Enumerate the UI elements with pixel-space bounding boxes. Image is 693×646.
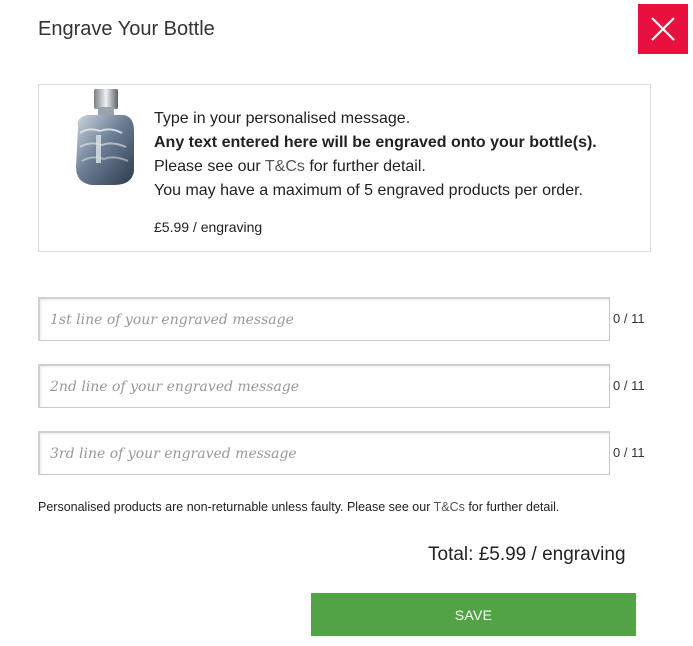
info-line-1: Type in your personalised message. <box>154 110 411 127</box>
total-price: Total: £5.99 / engraving <box>428 544 626 565</box>
engraving-line-3-row: 0 / 11 <box>38 431 658 475</box>
info-text: Type in your personalised message. Any t… <box>154 107 597 203</box>
close-icon <box>651 17 675 41</box>
disclaimer-tcs-link[interactable]: T&Cs <box>434 500 465 514</box>
engraving-line-3-counter: 0 / 11 <box>613 445 645 460</box>
tcs-link[interactable]: T&Cs <box>265 158 305 175</box>
perfume-bottle-image <box>76 89 134 185</box>
returns-disclaimer: Personalised products are non-returnable… <box>38 500 559 514</box>
price-per-engraving: £5.99 / engraving <box>154 219 263 235</box>
info-line-3-suffix: for further detail. <box>304 158 426 175</box>
modal-title: Engrave Your Bottle <box>38 18 215 40</box>
engraving-line-2-counter: 0 / 11 <box>613 378 645 393</box>
engrave-modal: Engrave Your Bottle Type in your persona… <box>0 0 693 646</box>
engraving-line-1-counter: 0 / 11 <box>613 311 645 326</box>
engraving-line-2-input[interactable] <box>38 364 610 408</box>
info-line-3-text: Please see our <box>154 158 265 175</box>
disclaimer-suffix: for further detail. <box>464 500 560 514</box>
engraving-line-1-row: 0 / 11 <box>38 297 658 341</box>
info-line-3: Please see our T&Cs for further detail. <box>154 155 597 179</box>
engraving-line-2-row: 0 / 11 <box>38 364 658 408</box>
engraving-line-3-input[interactable] <box>38 431 610 475</box>
info-panel: Type in your personalised message. Any t… <box>38 84 651 252</box>
disclaimer-text: Personalised products are non-returnable… <box>38 500 434 514</box>
info-line-4: You may have a maximum of 5 engraved pro… <box>154 182 583 199</box>
close-button[interactable] <box>638 4 688 54</box>
info-line-2: Any text entered here will be engraved o… <box>154 134 597 151</box>
engraving-line-1-input[interactable] <box>38 297 610 341</box>
save-button[interactable]: SAVE <box>311 593 636 636</box>
